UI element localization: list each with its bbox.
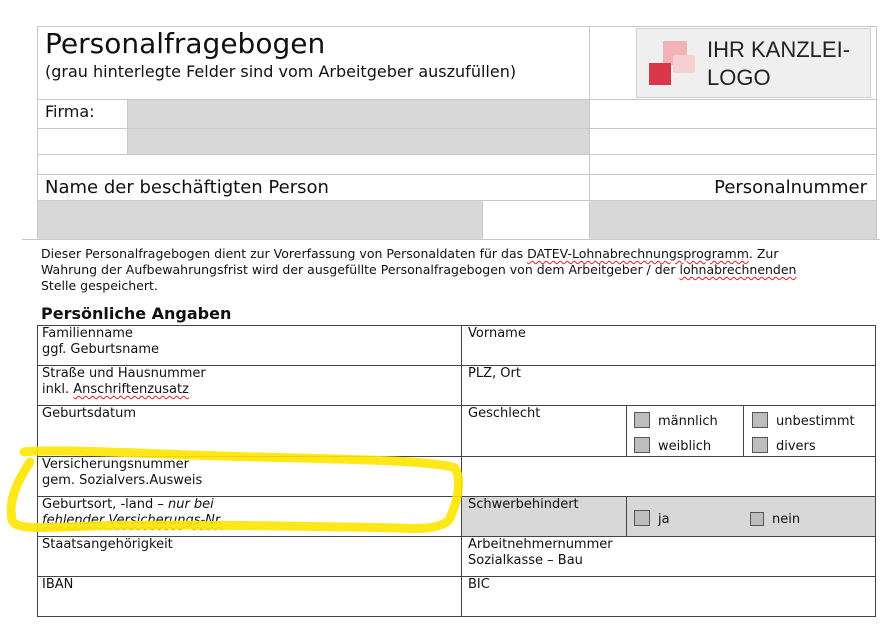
yellow-highlight-annotation <box>6 446 464 533</box>
